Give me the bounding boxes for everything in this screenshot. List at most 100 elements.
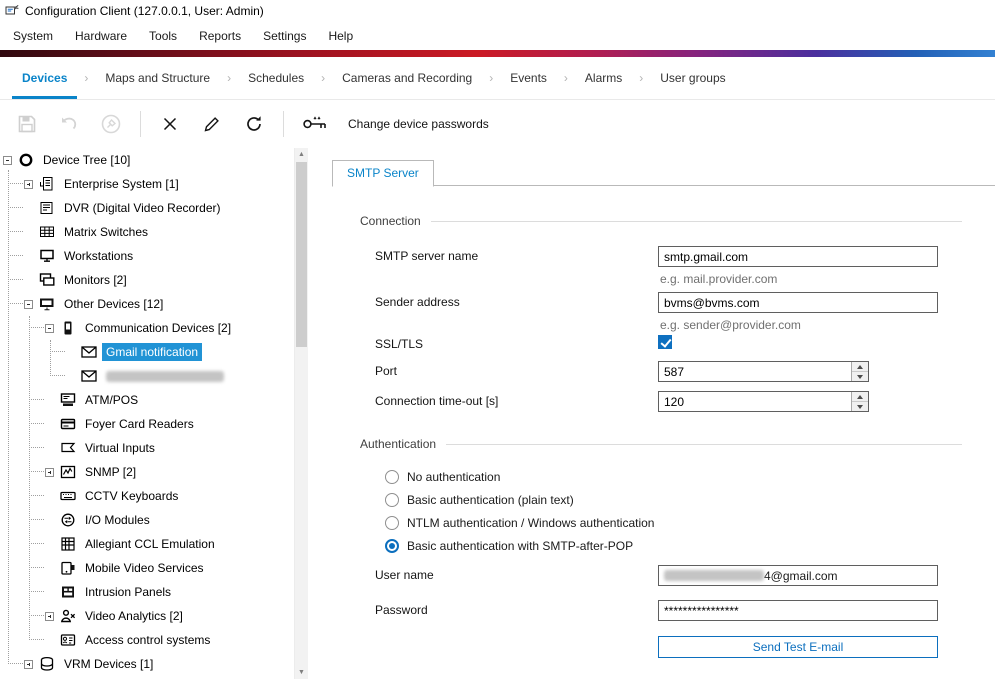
port-input[interactable] — [659, 362, 851, 381]
tree-item-label: Communication Devices [2] — [81, 319, 235, 337]
ssl-tls-checkbox[interactable] — [658, 335, 672, 349]
tree-item-virtual-inputs[interactable]: Virtual Inputs — [0, 436, 294, 460]
scrollbar-down-arrow-icon[interactable]: ▼ — [295, 666, 308, 679]
radio-icon[interactable] — [385, 493, 399, 507]
refresh-button[interactable] — [237, 107, 271, 141]
radio-icon[interactable] — [385, 516, 399, 530]
nav-tab-alarms[interactable]: Alarms — [573, 57, 634, 99]
tree-connector-line — [29, 639, 44, 640]
tree-item-mobile-video-services[interactable]: Mobile Video Services — [0, 556, 294, 580]
collapse-minus-icon[interactable] — [45, 324, 54, 333]
tree-item-gmail-notification[interactable]: Gmail notification — [0, 340, 294, 364]
tree-item-access-control-systems[interactable]: Access control systems — [0, 628, 294, 652]
tree-connector-line — [29, 567, 44, 568]
timeout-spin-buttons[interactable] — [851, 392, 868, 411]
tree-connector-line — [29, 399, 44, 400]
tree-item-label: Virtual Inputs — [81, 439, 159, 457]
radio-icon[interactable] — [385, 470, 399, 484]
auth-option-no-authentication[interactable]: No authentication — [385, 469, 500, 485]
menu-item-system[interactable]: System — [2, 24, 64, 48]
timeout-input[interactable] — [659, 392, 851, 411]
tree-item-communication-devices-2[interactable]: Communication Devices [2] — [0, 316, 294, 340]
menu-item-settings[interactable]: Settings — [252, 24, 317, 48]
collapse-minus-icon[interactable] — [3, 156, 12, 165]
tree-item-intrusion-panels[interactable]: Intrusion Panels — [0, 580, 294, 604]
smtp-server-name-input[interactable] — [658, 246, 938, 267]
undo-button[interactable] — [52, 107, 86, 141]
tree-item-device-tree-10[interactable]: Device Tree [10] — [0, 148, 294, 172]
redacted-text — [664, 570, 764, 581]
tree-item-matrix-switches[interactable]: Matrix Switches — [0, 220, 294, 244]
expand-plus-icon[interactable] — [45, 468, 54, 477]
workstation-icon — [39, 248, 55, 264]
tree-item-i-o-modules[interactable]: I/O Modules — [0, 508, 294, 532]
tree-item-vrm-devices-1[interactable]: VRM Devices [1] — [0, 652, 294, 676]
tree-item-video-analytics-2[interactable]: Video Analytics [2] — [0, 604, 294, 628]
allegiant-icon — [60, 536, 76, 552]
sender-address-input[interactable] — [658, 292, 938, 313]
expand-plus-icon[interactable] — [24, 660, 33, 669]
expand-plus-icon[interactable] — [24, 180, 33, 189]
monitors-icon — [39, 272, 55, 288]
toolbar: Change device passwords — [0, 100, 995, 148]
auth-option-basic-authentication-plain-text[interactable]: Basic authentication (plain text) — [385, 492, 574, 508]
save-button[interactable] — [10, 107, 44, 141]
tree-item-dvr-digital-video-recorder[interactable]: DVR (Digital Video Recorder) — [0, 196, 294, 220]
nav-tab-schedules[interactable]: Schedules — [236, 57, 316, 99]
menu-item-hardware[interactable]: Hardware — [64, 24, 138, 48]
pencil-icon — [202, 114, 222, 134]
tree-item-allegiant-ccl-emulation[interactable]: Allegiant CCL Emulation — [0, 532, 294, 556]
tree-item-cctv-keyboards[interactable]: CCTV Keyboards — [0, 484, 294, 508]
port-spinner[interactable] — [658, 361, 869, 382]
nav-tab-devices[interactable]: Devices — [10, 57, 79, 99]
port-spin-buttons[interactable] — [851, 362, 868, 381]
timeout-spinner[interactable] — [658, 391, 869, 412]
tree-item-monitors-2[interactable]: Monitors [2] — [0, 268, 294, 292]
virtual-inputs-icon — [60, 440, 76, 456]
tree-item-enterprise-system-1[interactable]: Enterprise System [1] — [0, 172, 294, 196]
user-name-input[interactable]: 4@gmail.com — [658, 565, 938, 586]
spin-up-icon[interactable] — [852, 362, 868, 372]
breadcrumb-chevron-icon: › — [316, 71, 330, 85]
title-bar: Configuration Client (127.0.0.1, User: A… — [0, 0, 995, 22]
tree-item-workstations[interactable]: Workstations — [0, 244, 294, 268]
collapse-minus-icon[interactable] — [24, 300, 33, 309]
nav-tab-maps-and-structure[interactable]: Maps and Structure — [93, 57, 222, 99]
spin-down-icon[interactable] — [852, 402, 868, 411]
tree-item-other-devices-12[interactable]: Other Devices [12] — [0, 292, 294, 316]
tree-item-redacted[interactable] — [0, 364, 294, 388]
tree-item-atm-pos[interactable]: ATM/POS — [0, 388, 294, 412]
tab-smtp-server[interactable]: SMTP Server — [332, 160, 434, 187]
tree-item-foyer-card-readers[interactable]: Foyer Card Readers — [0, 412, 294, 436]
nav-tab-user-groups[interactable]: User groups — [648, 57, 737, 99]
tree-item-snmp-2[interactable]: SNMP [2] — [0, 460, 294, 484]
auth-option-label: NTLM authentication / Windows authentica… — [407, 516, 654, 530]
brand-gradient-stripe — [0, 50, 995, 57]
spin-down-icon[interactable] — [852, 372, 868, 381]
radio-selected-icon[interactable] — [385, 539, 399, 553]
nav-tab-events[interactable]: Events — [498, 57, 559, 99]
menu-item-tools[interactable]: Tools — [138, 24, 188, 48]
expand-plus-icon[interactable] — [45, 612, 54, 621]
dvr-icon — [39, 200, 55, 216]
tree-connector-line — [8, 207, 23, 208]
send-test-email-button[interactable]: Send Test E-mail — [658, 636, 938, 658]
nav-tab-cameras-and-recording[interactable]: Cameras and Recording — [330, 57, 484, 99]
change-device-passwords-button[interactable] — [296, 107, 336, 141]
menu-item-reports[interactable]: Reports — [188, 24, 252, 48]
tree-scrollbar[interactable]: ▲ ▼ — [295, 148, 308, 679]
auth-option-ntlm-authentication-windows-authentication[interactable]: NTLM authentication / Windows authentica… — [385, 515, 654, 531]
edit-button[interactable] — [195, 107, 229, 141]
video-analytics-icon — [60, 608, 76, 624]
delete-button[interactable] — [153, 107, 187, 141]
tree-item-label: SNMP [2] — [81, 463, 140, 481]
scrollbar-thumb[interactable] — [296, 162, 307, 347]
change-device-passwords-label[interactable]: Change device passwords — [348, 117, 489, 131]
scrollbar-up-arrow-icon[interactable]: ▲ — [295, 148, 308, 161]
auth-option-basic-authentication-with-smtp-after-pop[interactable]: Basic authentication with SMTP-after-POP — [385, 538, 633, 554]
menu-item-help[interactable]: Help — [317, 24, 364, 48]
atm-pos-icon — [60, 392, 76, 408]
attach-pin-button[interactable] — [94, 107, 128, 141]
password-input[interactable] — [658, 600, 938, 621]
spin-up-icon[interactable] — [852, 392, 868, 402]
